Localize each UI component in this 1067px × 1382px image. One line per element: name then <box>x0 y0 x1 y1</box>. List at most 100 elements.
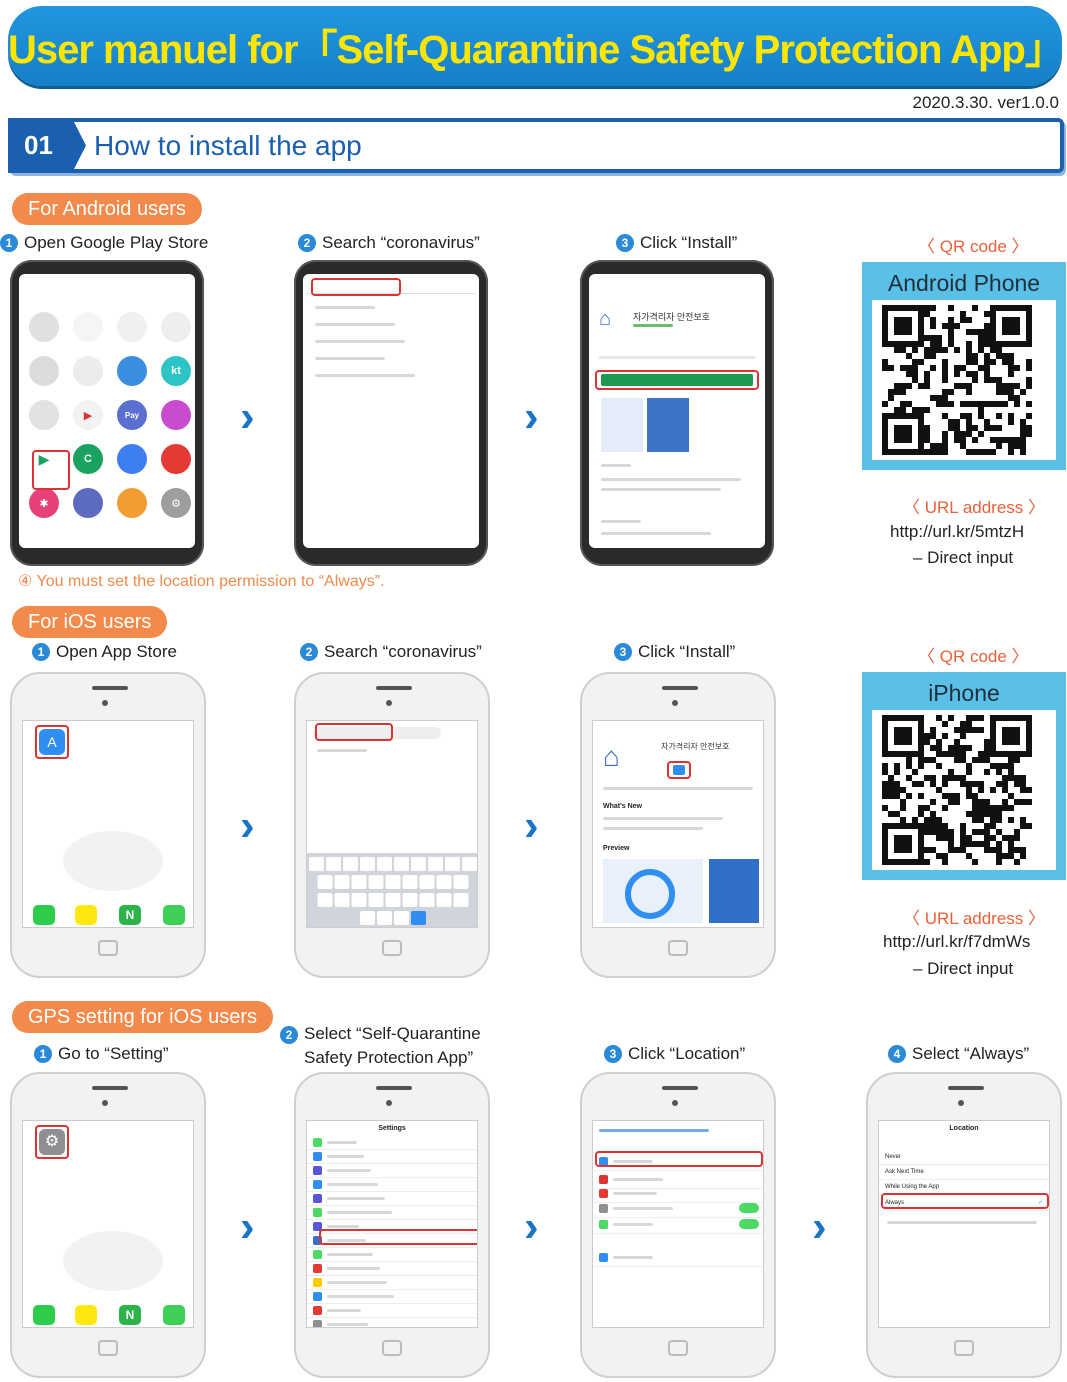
row-line <box>327 1267 380 1270</box>
camera <box>672 700 678 706</box>
iphone-gps-location: Location Never Ask Next Time While Using… <box>866 1072 1062 1378</box>
settings-row[interactable] <box>307 1192 477 1206</box>
settings-row[interactable] <box>593 1215 763 1234</box>
section-number: 01 <box>8 118 86 173</box>
keyboard-icon <box>599 1253 608 1262</box>
row-line <box>613 1192 657 1195</box>
settings-row[interactable] <box>307 1304 477 1318</box>
nav-line <box>599 1129 709 1132</box>
speaker <box>92 1086 128 1090</box>
settings-row[interactable] <box>307 1276 477 1290</box>
url-text[interactable]: http://url.kr/f7dmWs <box>883 932 1030 952</box>
ios-pill: For iOS users <box>12 606 168 638</box>
text-line <box>601 464 631 467</box>
title-banner: User manuel for「Self-Quarantine Safety P… <box>8 6 1065 86</box>
settings-row[interactable] <box>307 1164 477 1178</box>
camera <box>386 1100 392 1106</box>
settings-row[interactable] <box>307 1262 477 1276</box>
naver-icon: N <box>119 905 141 925</box>
row-line <box>327 1141 357 1144</box>
url-address-label: 〈 URL address 〉 <box>903 498 1046 517</box>
iphone-gps-home: ⚙ N <box>10 1072 206 1378</box>
camera <box>386 700 392 706</box>
speaker <box>662 686 698 690</box>
settings-row[interactable] <box>593 1249 763 1267</box>
text-line <box>603 827 703 830</box>
text-line <box>601 478 741 481</box>
camera <box>672 1100 678 1106</box>
iphone-search <box>294 672 490 978</box>
app-icon <box>29 356 59 386</box>
notifications-icon <box>599 1189 608 1198</box>
step-label-text: Open App Store <box>56 642 177 661</box>
chevron-right-icon: › <box>524 392 539 441</box>
step-number-badge: 1 <box>32 643 50 661</box>
keyboard[interactable] <box>307 853 477 927</box>
house-app-icon: ⌂ <box>599 308 612 330</box>
app-icon <box>313 1194 322 1203</box>
android-qr-card: Android Phone <box>862 262 1066 470</box>
step-label-text: Click “Install” <box>640 233 738 252</box>
app-icon <box>117 356 147 386</box>
pay-icon: Pay <box>117 400 147 430</box>
chevron-right-icon: › <box>240 801 255 850</box>
app-icon <box>161 312 191 342</box>
app-icon <box>313 1152 322 1161</box>
step-number-badge: 1 <box>34 1045 52 1063</box>
speaker <box>376 1086 412 1090</box>
cloud-shape <box>63 1231 163 1291</box>
row-line <box>613 1206 673 1210</box>
qr-caption: iPhone <box>928 680 1000 706</box>
camera <box>958 1100 964 1106</box>
toggle-switch[interactable] <box>739 1203 759 1213</box>
row-line <box>613 1178 663 1181</box>
ratings-line <box>603 787 753 790</box>
flower-icon: ✱ <box>29 488 59 518</box>
android-install-screen: ⌂ 자가격리자 안전보호 <box>589 274 765 548</box>
app-icon <box>29 400 59 430</box>
highlight-box <box>35 725 69 759</box>
android-pill: For Android users <box>12 193 202 225</box>
speaker <box>376 686 412 690</box>
toggle-switch[interactable] <box>739 1219 759 1229</box>
settings-row[interactable] <box>307 1290 477 1304</box>
section-header: 01 How to install the app <box>8 118 1064 173</box>
option-never[interactable]: Never <box>879 1150 1049 1165</box>
highlight-box <box>35 1125 69 1159</box>
phone-icon: C <box>73 444 103 474</box>
settings-row[interactable] <box>307 1318 477 1327</box>
app-icon <box>313 1250 322 1259</box>
qr-code-image <box>872 710 1056 870</box>
settings-row[interactable] <box>307 1150 477 1164</box>
option-label: Ask Next Time <box>885 1169 924 1175</box>
naver-icon: N <box>119 1305 141 1325</box>
android-home-screen: kt ▶ Pay ▶ C ✱ ⚙ <box>19 274 195 548</box>
step-number-badge: 3 <box>614 643 632 661</box>
screenshot-thumb <box>601 398 643 452</box>
home-button <box>98 1340 118 1356</box>
step-number-badge: 3 <box>616 234 634 252</box>
house-app-icon: ⌂ <box>603 741 620 772</box>
iphone-gps-app-settings <box>580 1072 776 1378</box>
row-line <box>327 1281 387 1284</box>
suggestion-line <box>315 306 375 309</box>
phone-icon <box>33 905 55 925</box>
direct-input-text: – Direct input <box>913 548 1014 567</box>
app-icon <box>29 312 59 342</box>
row-line <box>327 1309 361 1312</box>
row-line <box>327 1253 373 1256</box>
settings-row[interactable] <box>307 1206 477 1220</box>
settings-row[interactable] <box>307 1178 477 1192</box>
settings-row[interactable] <box>307 1248 477 1262</box>
url-text[interactable]: http://url.kr/5mtzH <box>890 522 1024 542</box>
option-ask-next-time[interactable]: Ask Next Time <box>879 1165 1049 1180</box>
app-icon <box>313 1208 322 1217</box>
messages-icon <box>117 444 147 474</box>
settings-row[interactable] <box>307 1136 477 1150</box>
gps-step-2: 2 Select “Self-Quarantine Safety Protect… <box>280 1022 510 1070</box>
highlight-box <box>595 370 759 390</box>
suggestion-line <box>315 357 385 360</box>
highlight-box <box>595 1151 763 1167</box>
row-line <box>327 1197 385 1200</box>
chevron-right-icon: › <box>240 392 255 441</box>
